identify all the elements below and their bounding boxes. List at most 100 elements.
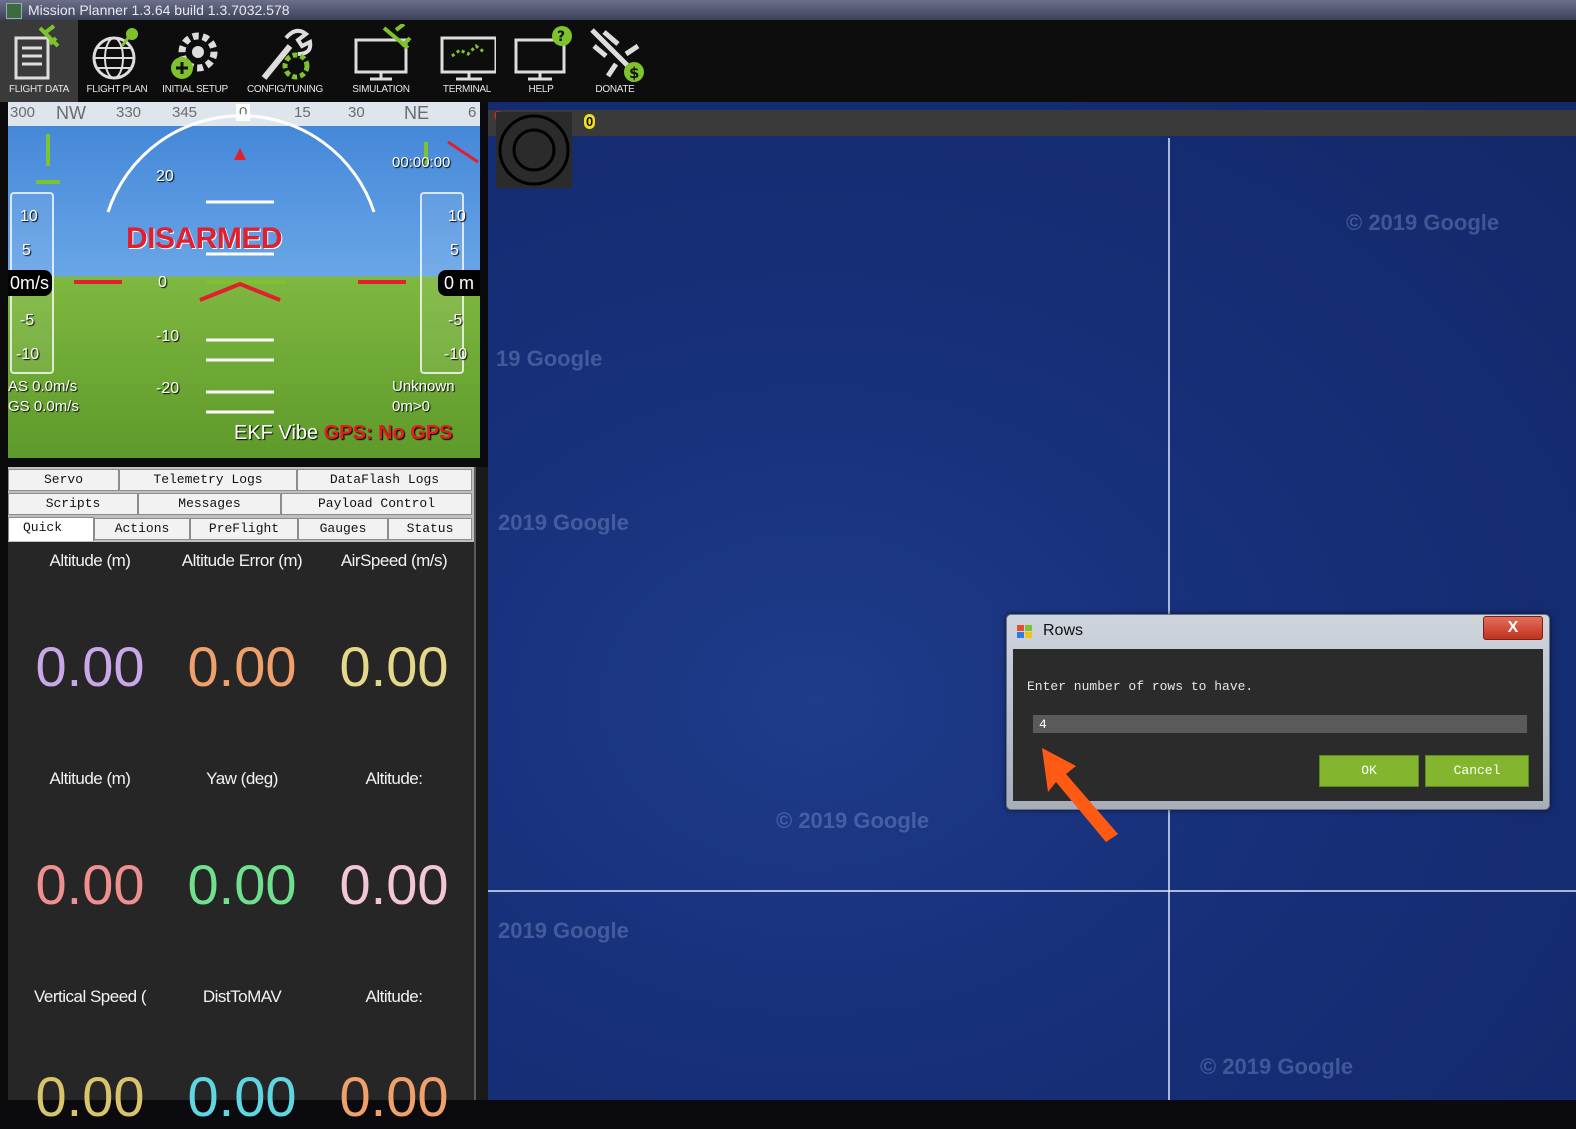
distance-text: 0m>0	[392, 398, 430, 415]
map-watermark: 19 Google	[496, 346, 603, 371]
tab-messages[interactable]: Messages	[138, 493, 281, 515]
quick-value[interactable]: 0.00	[318, 852, 470, 917]
map-watermark: © 2019 Google	[1200, 1054, 1354, 1079]
dialog-close-button[interactable]: X	[1483, 616, 1543, 640]
tab-telemetry-logs[interactable]: Telemetry Logs	[119, 469, 297, 491]
quick-label: Altitude (m)	[49, 551, 131, 570]
quick-value[interactable]: 0.00	[318, 1064, 470, 1129]
target-icon	[498, 114, 570, 186]
toolbar-terminal[interactable]: TERMINAL	[428, 20, 506, 102]
map-watermark: © 2019 Google	[1346, 210, 1500, 235]
cancel-button[interactable]: Cancel	[1425, 755, 1529, 787]
toolbar-help[interactable]: ? HELP	[502, 20, 580, 102]
map-marker-right: 0	[584, 114, 596, 129]
svg-text:$: $	[629, 64, 639, 82]
map-grid-line	[488, 890, 1576, 892]
tab-scripts[interactable]: Scripts	[8, 493, 138, 515]
config-tuning-icon	[261, 28, 313, 80]
quick-label: DistToMAV	[202, 987, 282, 1006]
annotation-arrow-icon	[1042, 748, 1118, 842]
speed-readout: 0m/s	[8, 270, 52, 296]
toolbar-flight-plan[interactable]: FLIGHT PLAN	[78, 20, 156, 102]
left-border	[0, 102, 8, 1100]
tab-dataflash-logs[interactable]: DataFlash Logs	[297, 469, 472, 491]
initial-setup-icon	[171, 32, 218, 79]
main-toolbar: FLIGHT DATA FLIGHT PLAN INITIAL SETUP CO…	[0, 20, 1576, 102]
tab-actions[interactable]: Actions	[94, 518, 190, 540]
quick-label: Vertical Speed (	[33, 987, 147, 1006]
data-tabs: Servo Telemetry Logs DataFlash Logs Scri…	[8, 467, 474, 542]
flight-plan-icon	[92, 28, 138, 80]
quick-label: AirSpeed (m/s)	[340, 551, 448, 570]
flight-data-icon	[14, 24, 60, 80]
altitude-tick: 5	[450, 242, 459, 259]
quick-label: Altitude:	[365, 769, 423, 788]
quick-label: Yaw (deg)	[206, 769, 278, 788]
tab-quick[interactable]: Quick	[8, 517, 94, 541]
toolbar-donate[interactable]: $ DONATE	[576, 20, 654, 102]
quick-value[interactable]: 0.00	[14, 852, 166, 917]
altitude-tick: -10	[444, 346, 468, 363]
quick-label: Altitude Error (m)	[181, 551, 303, 570]
quick-value[interactable]: 0.00	[14, 1064, 166, 1129]
quick-value[interactable]: 0.00	[318, 634, 470, 699]
help-icon: ?	[514, 26, 572, 81]
quick-value[interactable]: 0.00	[166, 852, 318, 917]
map-watermark: 2019 Google	[498, 510, 629, 535]
tab-servo[interactable]: Servo	[8, 469, 119, 491]
speed-tick: 5	[22, 242, 31, 259]
dialog-prompt: Enter number of rows to have.	[1027, 679, 1254, 694]
toolbar-initial-setup[interactable]: INITIAL SETUP	[156, 20, 234, 102]
hud-display: 300 NW 330 345 0 15 30 NE 6 00:00:00 20 …	[8, 102, 480, 458]
pitch-label: 0	[158, 274, 167, 291]
groundspeed-text: GS 0.0m/s	[8, 398, 79, 415]
toolbar-config-tuning[interactable]: CONFIG/TUNING	[246, 20, 324, 102]
terminal-icon	[440, 36, 496, 81]
altitude-readout: 0 m	[438, 270, 480, 296]
toolbar-label: INITIAL SETUP	[162, 84, 228, 95]
rows-input[interactable]	[1033, 715, 1527, 733]
quick-value[interactable]: 0.00	[166, 1064, 318, 1129]
flight-mode-text: Unknown	[392, 378, 455, 395]
map-watermark: © 2019 Google	[776, 808, 930, 833]
donate-icon: $	[590, 28, 644, 82]
toolbar-label: SIMULATION	[352, 84, 410, 95]
map-progress-bar	[488, 110, 1576, 136]
map-watermark: 2019 Google	[498, 918, 629, 943]
tab-preflight[interactable]: PreFlight	[190, 518, 298, 540]
hud-timer: 00:00:00	[392, 154, 451, 171]
speed-tick: 10	[20, 208, 38, 225]
hud-status-line: EKF Vibe GPS: No GPS	[234, 422, 453, 445]
speed-tick: -5	[20, 312, 35, 329]
quick-value[interactable]: 0.00	[14, 634, 166, 699]
quick-label: Altitude:	[365, 987, 423, 1006]
svg-text:?: ?	[557, 29, 565, 45]
tab-status[interactable]: Status	[388, 518, 472, 540]
toolbar-label: FLIGHT PLAN	[86, 84, 148, 95]
ekf-indicator[interactable]: EKF	[234, 422, 273, 444]
tab-gauges[interactable]: Gauges	[298, 518, 388, 540]
toolbar-simulation[interactable]: SIMULATION	[342, 20, 420, 102]
speed-tick: -10	[16, 346, 40, 363]
toolbar-label: CONFIG/TUNING	[246, 84, 324, 95]
vibe-indicator[interactable]: Vibe	[278, 422, 318, 444]
window-title: Mission Planner 1.3.64 build 1.3.7032.57…	[28, 2, 290, 18]
quick-panel: Altitude (m) Altitude Error (m) AirSpeed…	[8, 542, 474, 1128]
toolbar-flight-data[interactable]: FLIGHT DATA	[0, 20, 78, 102]
map-zoom-control[interactable]	[496, 112, 572, 188]
toolbar-label: FLIGHT DATA	[8, 84, 70, 95]
armed-status: DISARMED	[126, 222, 283, 255]
quick-value[interactable]: 0.00	[166, 634, 318, 699]
dialog-title: Rows	[1043, 622, 1084, 639]
window-title-bar: Mission Planner 1.3.64 build 1.3.7032.57…	[0, 0, 1576, 20]
airspeed-text: AS 0.0m/s	[8, 378, 78, 395]
gps-status: GPS: No GPS	[323, 422, 453, 444]
tab-payload-control[interactable]: Payload Control	[281, 493, 472, 515]
simulation-icon	[354, 24, 412, 81]
map-view[interactable]: 0 0 © 2019 Google 19 Google 2019 Google …	[488, 102, 1576, 1100]
ok-button[interactable]: OK	[1319, 755, 1419, 787]
toolbar-label: DONATE	[595, 84, 635, 95]
quick-label: Altitude (m)	[49, 769, 131, 788]
altitude-tick: -5	[448, 312, 463, 329]
pitch-label: -20	[156, 380, 180, 397]
